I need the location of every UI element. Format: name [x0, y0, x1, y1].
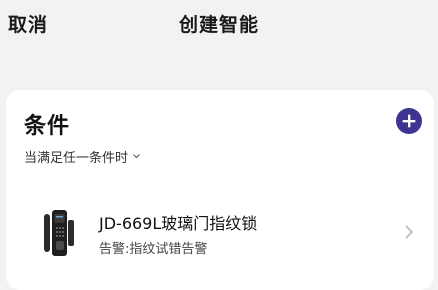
condition-item[interactable]: JD-669L玻璃门指纹锁 告警:指纹试错告警 — [6, 190, 434, 270]
conditions-section-title: 条件 — [24, 114, 71, 139]
device-status: 告警:指纹试错告警 — [99, 242, 208, 257]
top-bar: 取消 创建智能 — [0, 0, 438, 56]
smart-lock-icon — [44, 210, 74, 256]
chevron-down-icon — [132, 149, 141, 164]
page-title: 创建智能 — [178, 14, 259, 36]
add-condition-button[interactable] — [396, 108, 422, 134]
plus-icon — [402, 114, 416, 128]
chevron-right-icon — [404, 224, 414, 244]
device-name: JD-669L玻璃门指纹锁 — [99, 214, 258, 233]
trigger-mode-label: 当满足任一条件时 — [24, 151, 129, 166]
conditions-card: 条件 当满足任一条件时 JD-669L玻璃门指纹锁 告警:指纹试错告警 — [6, 90, 434, 290]
trigger-mode-dropdown[interactable]: 当满足任一条件时 — [24, 147, 141, 166]
